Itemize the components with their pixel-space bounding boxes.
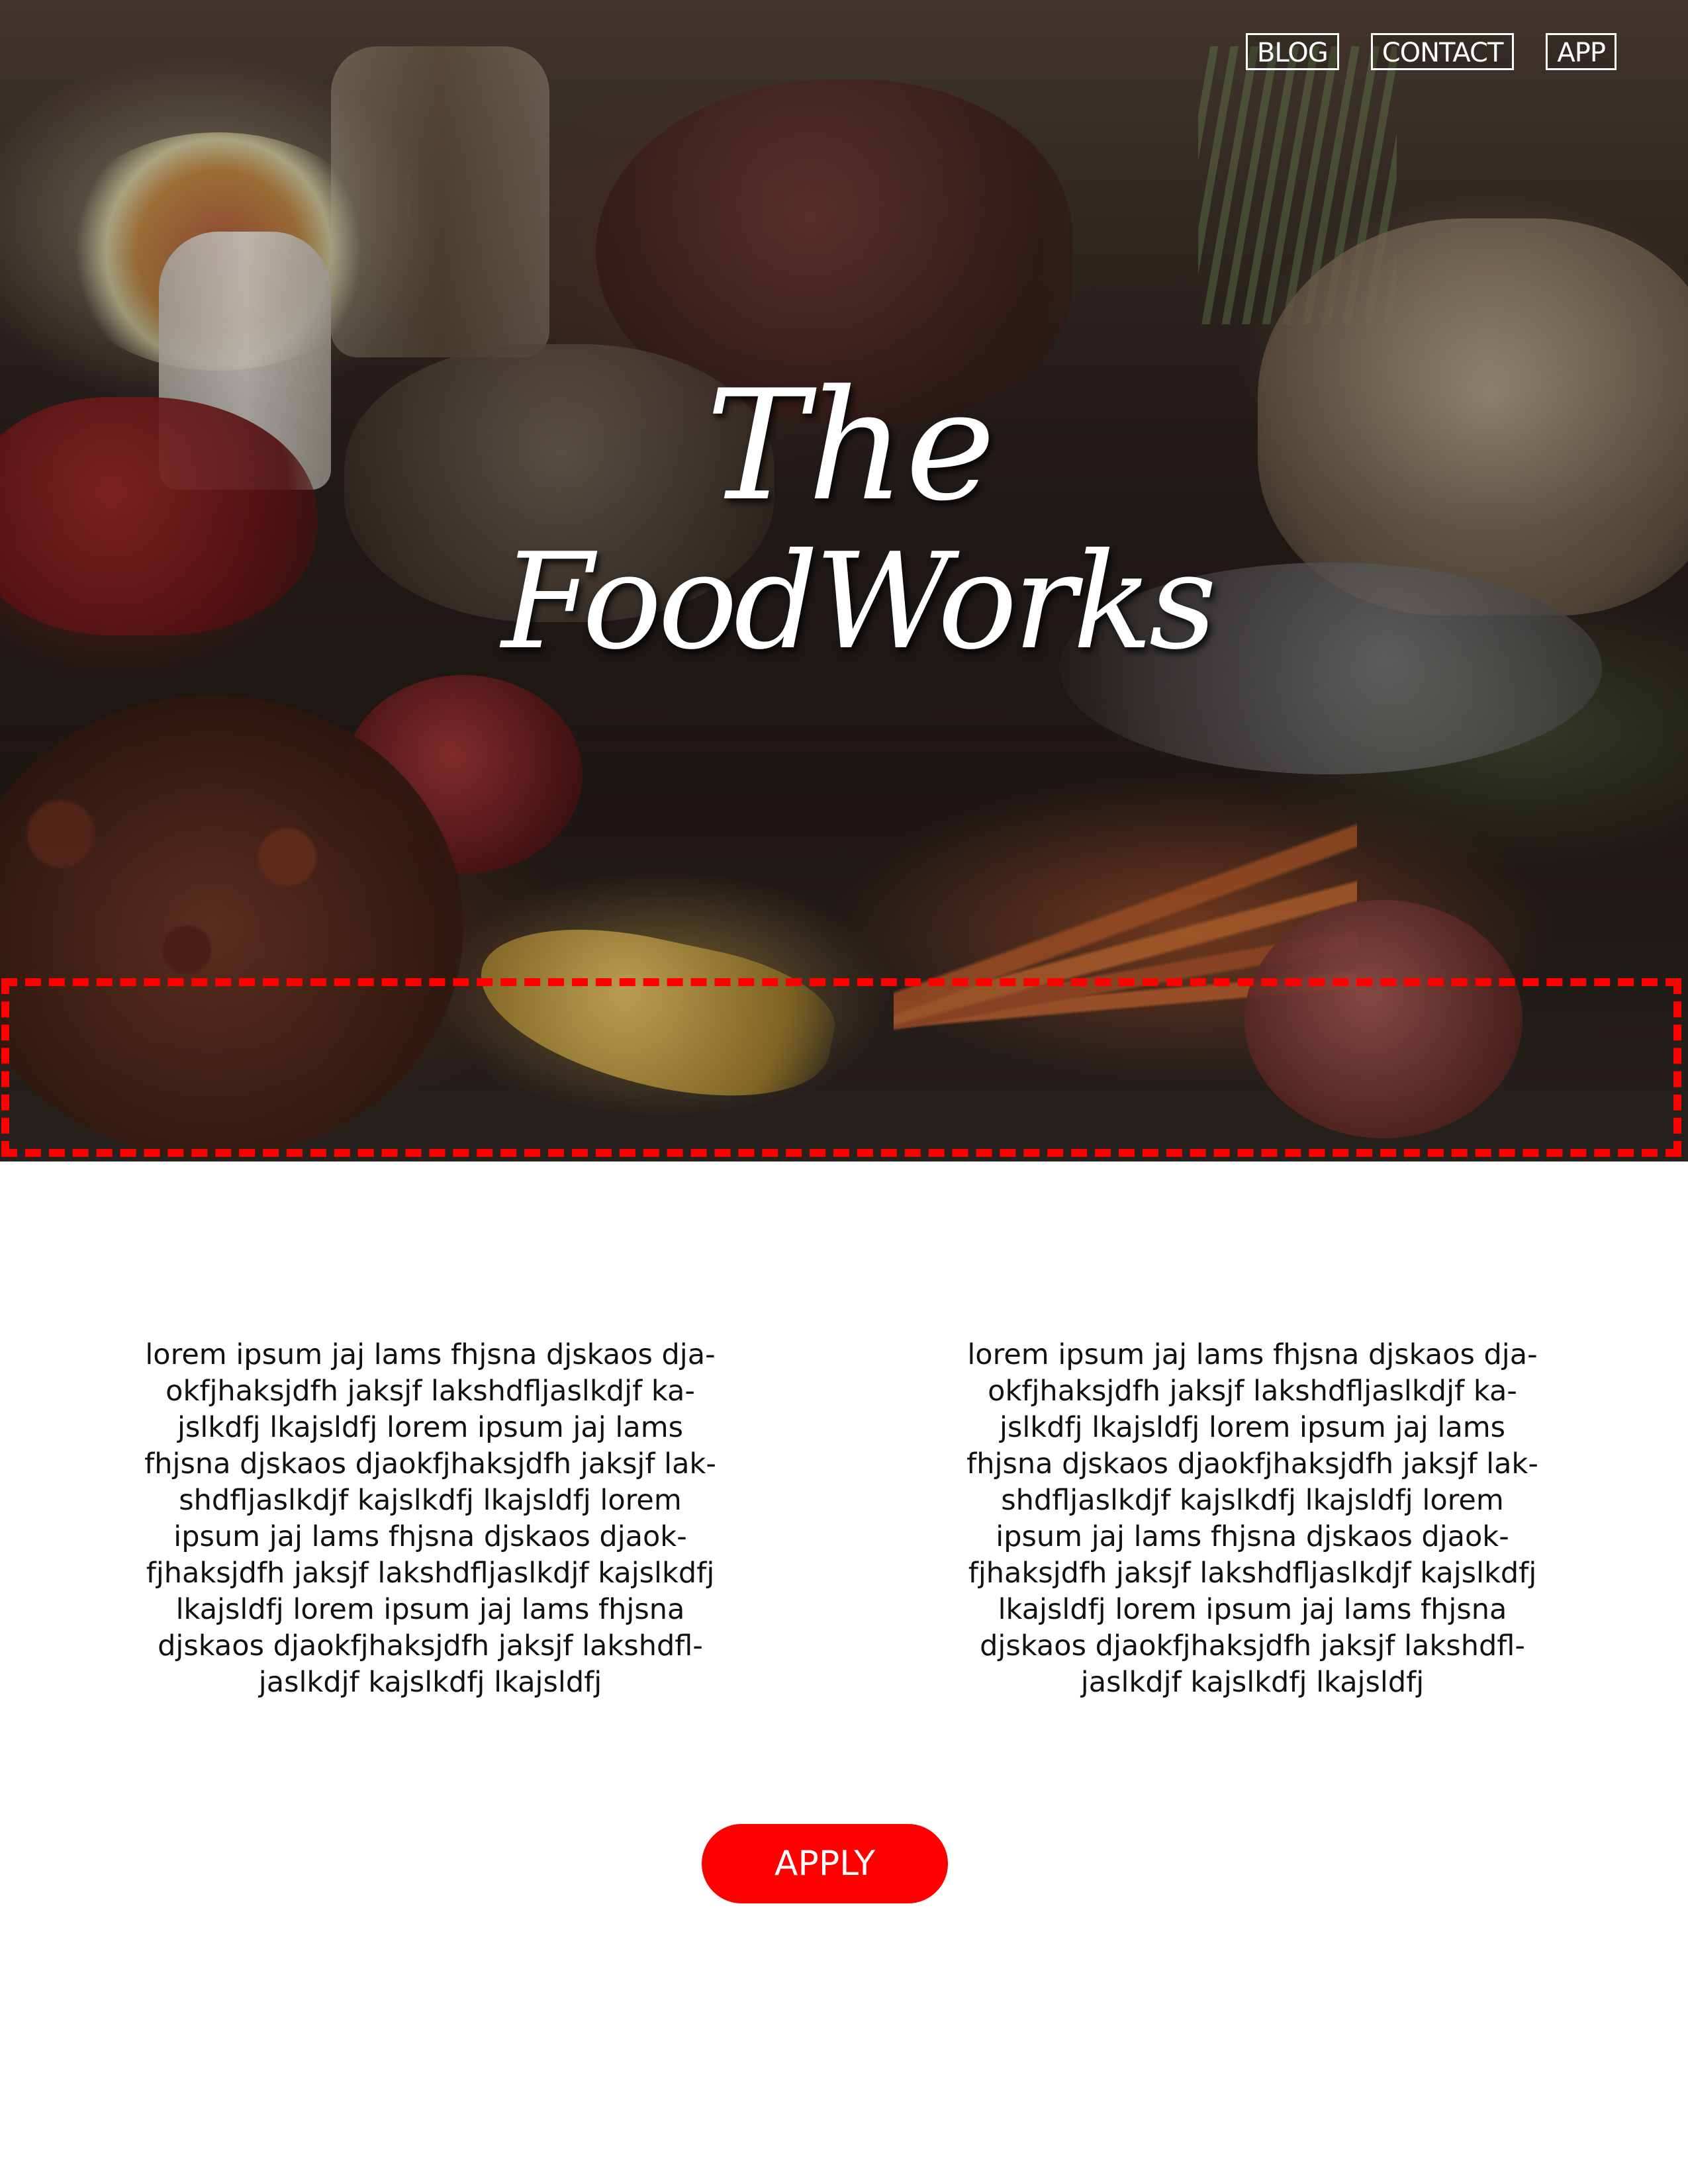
selection-highlight	[1, 978, 1681, 1157]
nav-contact-button[interactable]: CONTACT	[1370, 33, 1515, 70]
body-text-right: lorem ipsum jaj lams fhjsna djskaos dja-…	[966, 1338, 1538, 1699]
logo-line-the: The	[706, 358, 996, 535]
apply-button[interactable]: APPLY	[702, 1824, 948, 1903]
top-nav: BLOG CONTACT APP	[1245, 33, 1617, 70]
site-logo: The FoodWorks	[0, 371, 1688, 682]
logo-line-foodworks: FoodWorks	[501, 525, 1217, 679]
nav-blog-button[interactable]: BLOG	[1245, 33, 1339, 70]
body-text-left: lorem ipsum jaj lams fhjsna djskaos dja-…	[144, 1338, 716, 1699]
hero-banner: BLOG CONTACT APP The FoodWorks	[0, 0, 1688, 1161]
nav-app-button[interactable]: APP	[1546, 33, 1617, 70]
